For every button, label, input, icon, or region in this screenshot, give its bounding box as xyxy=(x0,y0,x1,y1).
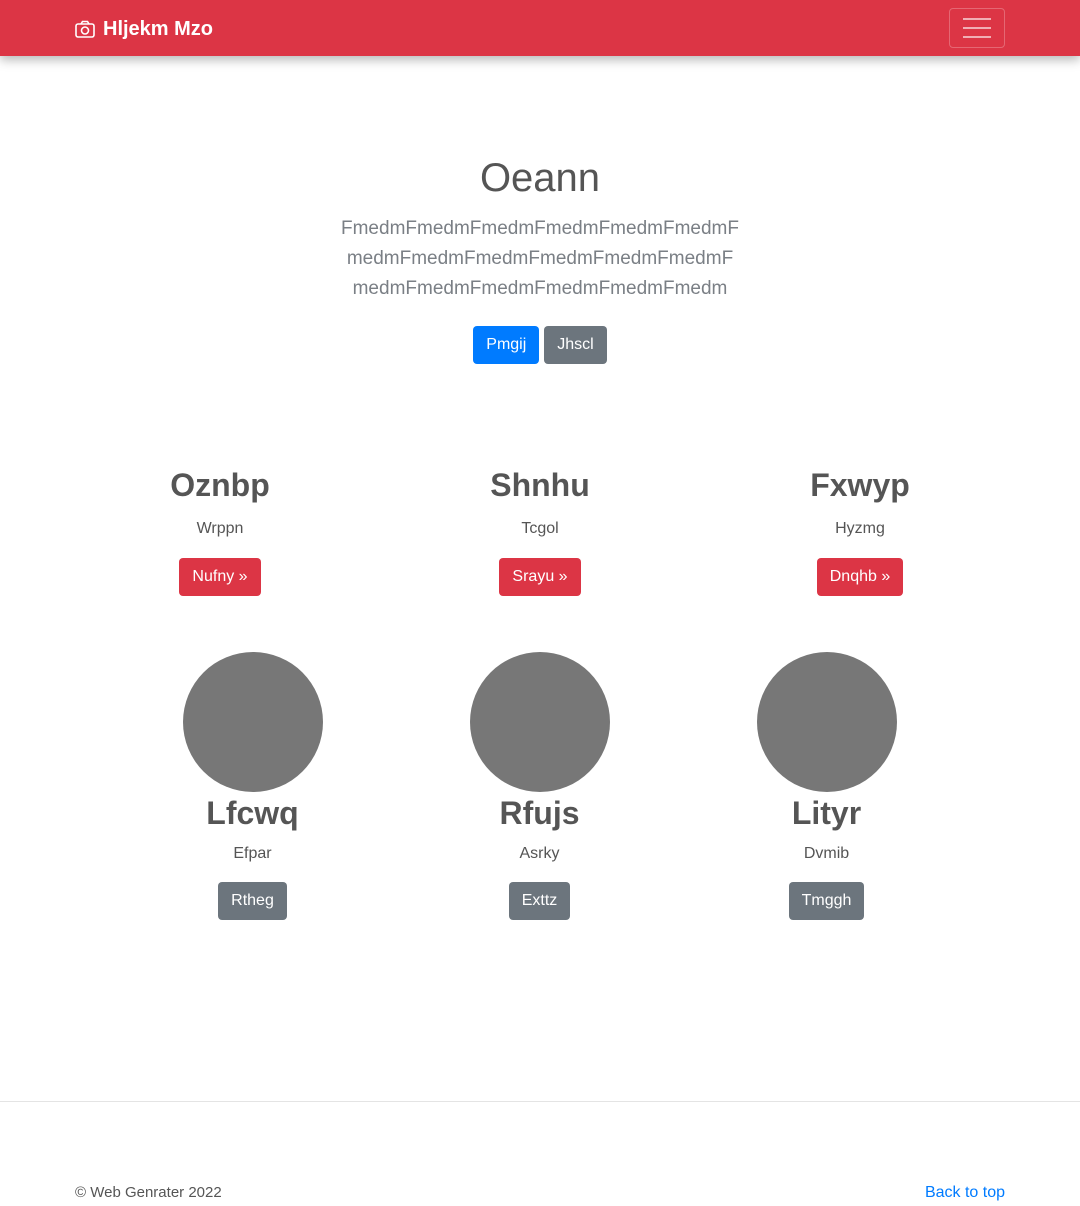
profile-text: Efpar xyxy=(233,845,272,862)
hero-lead-text: FmedmFmedmFmedmFmedmFmedmFmedmFmedmFmedm… xyxy=(341,218,739,299)
hamburger-menu-icon xyxy=(963,36,991,38)
brand-name: Hljekm Mzo xyxy=(103,17,214,40)
footer-divider xyxy=(0,1101,1080,1102)
feature-text: Hyzmg xyxy=(835,520,885,537)
profile-name: Lityr xyxy=(791,795,862,831)
navbar-toggler-button[interactable] xyxy=(949,8,1005,48)
profile-column: Lityr Dvmib Tmggh xyxy=(683,652,970,920)
feature-text: Wrppn xyxy=(196,520,244,537)
feature-button[interactable]: Srayu » xyxy=(499,558,581,596)
profile-name: Lfcwq xyxy=(206,795,299,831)
hero-section: Oeann FmedmFmedmFmedmFmedmFmedmFmedmFmed… xyxy=(0,150,1080,364)
navbar: Hljekm Mzo xyxy=(0,0,1080,56)
profile-text: Dvmib xyxy=(803,845,850,862)
feature-button[interactable]: Nufny » xyxy=(179,558,261,596)
feature-column: Shnhu Tcgol Srayu » xyxy=(380,462,700,596)
hero-secondary-button[interactable]: Jhscl xyxy=(544,326,607,364)
profile-column: Rfujs Asrky Exttz xyxy=(396,652,683,920)
avatar xyxy=(756,652,897,792)
feature-column: Fxwyp Hyzmg Dnqhb » xyxy=(700,462,1020,596)
profile-button[interactable]: Exttz xyxy=(508,882,571,920)
hero-primary-button[interactable]: Pmgij xyxy=(473,326,540,364)
profile-name: Rfujs xyxy=(499,795,580,831)
avatar xyxy=(182,652,323,792)
hero-buttons: Pmgij Jhscl xyxy=(0,326,1080,364)
brand-link[interactable]: Hljekm Mzo xyxy=(75,16,213,42)
hamburger-menu-icon xyxy=(963,27,991,29)
avatar xyxy=(469,652,610,792)
hamburger-menu-icon xyxy=(963,18,991,20)
profile-text: Asrky xyxy=(519,845,560,862)
feature-button[interactable]: Dnqhb » xyxy=(816,558,904,596)
back-to-top-link[interactable]: Back to top xyxy=(925,1184,1005,1202)
profile-button[interactable]: Rtheg xyxy=(218,882,287,920)
footer-copyright: © Web Genrater 2022 xyxy=(75,1184,222,1201)
feature-title: Shnhu xyxy=(490,467,590,503)
feature-title: Oznbp xyxy=(170,467,270,503)
camera-icon xyxy=(75,20,95,38)
hero-title: Oeann xyxy=(479,156,601,200)
feature-title: Fxwyp xyxy=(810,467,910,503)
feature-text: Tcgol xyxy=(521,520,559,537)
profile-button[interactable]: Tmggh xyxy=(788,882,865,920)
feature-column: Oznbp Wrppn Nufny » xyxy=(60,462,380,596)
profile-column: Lfcwq Efpar Rtheg xyxy=(109,652,396,920)
